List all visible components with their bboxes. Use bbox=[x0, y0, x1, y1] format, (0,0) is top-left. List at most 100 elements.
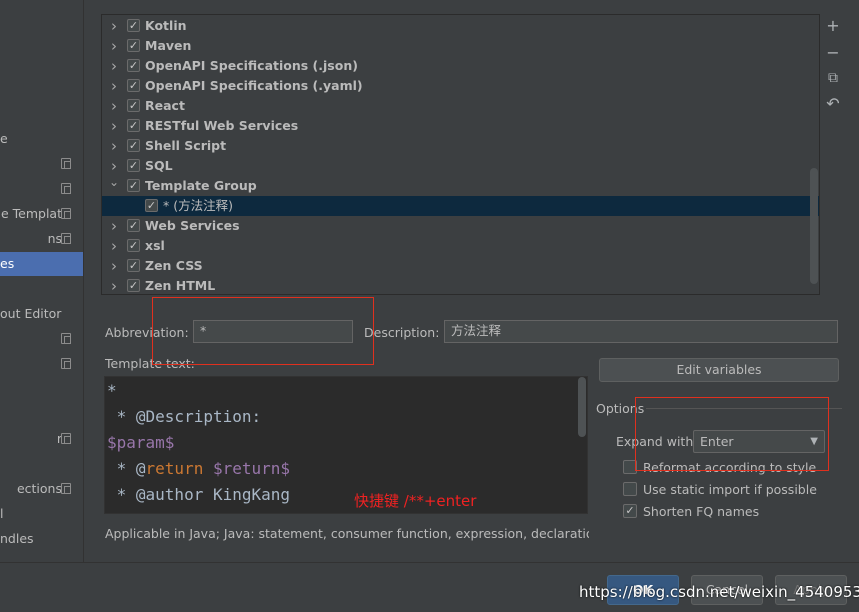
sidebar-item-label: ections bbox=[16, 481, 62, 496]
project-scope-icon bbox=[61, 433, 71, 444]
sidebar-item[interactable]: e Templat bbox=[0, 202, 83, 226]
copy-icon[interactable]: ⧉ bbox=[824, 69, 842, 87]
chevron-right-icon[interactable]: › bbox=[109, 276, 119, 294]
template-group-row[interactable]: › ✓ Web Services bbox=[102, 216, 819, 236]
code-token: * @date $date$ bbox=[107, 511, 252, 513]
row-label: Template Group bbox=[145, 178, 257, 193]
row-checkbox[interactable]: ✓ bbox=[127, 159, 140, 172]
sidebar-item[interactable] bbox=[0, 327, 83, 351]
template-group-row[interactable]: › ✓ SQL bbox=[102, 156, 819, 176]
annotation-box-expand bbox=[635, 397, 829, 471]
template-group-row[interactable]: › ✓ Kotlin bbox=[102, 16, 819, 36]
applicable-contexts-text[interactable]: Applicable in Java; Java: statement, con… bbox=[105, 526, 589, 541]
row-label: * (方法注释) bbox=[163, 198, 233, 213]
project-scope-icon bbox=[61, 333, 71, 344]
row-checkbox[interactable]: ✓ bbox=[127, 279, 140, 292]
sidebar-item[interactable] bbox=[0, 177, 83, 201]
row-checkbox[interactable]: ✓ bbox=[127, 99, 140, 112]
sidebar-item[interactable]: es bbox=[0, 252, 83, 276]
code-line: * @Description: bbox=[107, 407, 262, 426]
shorten-fq-checkbox[interactable]: ✓ bbox=[623, 504, 637, 518]
row-checkbox[interactable]: ✓ bbox=[127, 59, 140, 72]
chevron-right-icon[interactable]: › bbox=[109, 76, 119, 96]
sidebar-item[interactable]: e bbox=[0, 127, 83, 151]
sidebar-item-label: ndles bbox=[0, 531, 34, 546]
template-group-row[interactable]: › ✓ React bbox=[102, 96, 819, 116]
template-group-row[interactable]: › ✓ OpenAPI Specifications (.yaml) bbox=[102, 76, 819, 96]
code-line: * bbox=[107, 381, 117, 400]
row-label: Maven bbox=[145, 38, 192, 53]
template-row[interactable]: ✓ * (方法注释) bbox=[102, 196, 819, 216]
row-checkbox[interactable]: ✓ bbox=[145, 199, 158, 212]
sidebar-item-label: es bbox=[0, 256, 15, 271]
template-group-row[interactable]: › ✓ Zen CSS bbox=[102, 256, 819, 276]
editor-scrollbar[interactable] bbox=[578, 377, 586, 437]
template-group-row[interactable]: ⌄ ✓ Template Group bbox=[102, 175, 819, 196]
template-group-row[interactable]: › ✓ xsl bbox=[102, 236, 819, 256]
template-text-editor[interactable]: * * @Description: $param$ * @return $retu… bbox=[104, 376, 588, 514]
sidebar-item[interactable] bbox=[0, 152, 83, 176]
sidebar-item-label: ns bbox=[47, 231, 62, 246]
template-group-row[interactable]: › ✓ Maven bbox=[102, 36, 819, 56]
project-scope-icon bbox=[61, 183, 71, 194]
sidebar-item[interactable] bbox=[0, 352, 83, 376]
template-group-row[interactable]: › ✓ RESTful Web Services bbox=[102, 116, 819, 136]
sidebar-item-label: e Templat bbox=[0, 206, 62, 221]
project-scope-icon bbox=[61, 208, 71, 219]
remove-icon[interactable]: − bbox=[824, 44, 842, 62]
row-label: RESTful Web Services bbox=[145, 118, 299, 133]
sidebar-item[interactable]: r bbox=[0, 427, 83, 451]
chevron-right-icon[interactable]: › bbox=[109, 116, 119, 136]
sidebar-item[interactable]: out Editor bbox=[0, 302, 83, 326]
settings-sidebar: e e Templat ns es out Editor r ections l ndles bbox=[0, 0, 84, 562]
project-scope-icon bbox=[61, 158, 71, 169]
chevron-right-icon[interactable]: › bbox=[109, 16, 119, 36]
sidebar-item-label: out Editor bbox=[0, 306, 62, 321]
project-scope-icon bbox=[61, 233, 71, 244]
code-token: * @author KingKang bbox=[107, 485, 291, 504]
row-label: OpenAPI Specifications (.yaml) bbox=[145, 78, 363, 93]
add-icon[interactable]: + bbox=[824, 17, 842, 35]
annotation-box-abbreviation bbox=[152, 297, 374, 365]
edit-variables-button[interactable]: Edit variables bbox=[599, 358, 839, 382]
row-checkbox[interactable]: ✓ bbox=[127, 139, 140, 152]
row-label: Web Services bbox=[145, 218, 240, 233]
restore-icon[interactable]: ↶ bbox=[824, 95, 842, 113]
row-checkbox[interactable]: ✓ bbox=[127, 239, 140, 252]
chevron-right-icon[interactable]: › bbox=[109, 136, 119, 156]
code-line: * @date $date$ bbox=[107, 511, 252, 513]
code-line: * @return $return$ bbox=[107, 459, 290, 478]
chevron-right-icon[interactable]: › bbox=[109, 256, 119, 276]
row-checkbox[interactable]: ✓ bbox=[127, 79, 140, 92]
description-label: Description: bbox=[364, 325, 440, 340]
row-checkbox[interactable]: ✓ bbox=[127, 179, 140, 192]
row-checkbox[interactable]: ✓ bbox=[127, 119, 140, 132]
chevron-right-icon[interactable]: › bbox=[109, 216, 119, 236]
tree-scrollbar[interactable] bbox=[810, 168, 818, 284]
shorten-fq-label: Shorten FQ names bbox=[643, 504, 760, 519]
sidebar-item[interactable]: ns bbox=[0, 227, 83, 251]
template-group-row[interactable]: › ✓ Zen HTML bbox=[102, 276, 819, 294]
chevron-right-icon[interactable]: › bbox=[109, 96, 119, 116]
live-templates-tree[interactable]: › ✓ Kotlin › ✓ Maven › ✓ OpenAPI Specifications … bbox=[101, 14, 820, 295]
row-label: SQL bbox=[145, 158, 173, 173]
code-token: * @Description: bbox=[107, 407, 262, 426]
chevron-down-icon[interactable]: ⌄ bbox=[109, 172, 119, 192]
chevron-right-icon[interactable]: › bbox=[109, 56, 119, 76]
template-group-row[interactable]: › ✓ Shell Script bbox=[102, 136, 819, 156]
sidebar-item[interactable]: ndles bbox=[0, 527, 83, 551]
row-checkbox[interactable]: ✓ bbox=[127, 219, 140, 232]
static-import-checkbox[interactable] bbox=[623, 482, 637, 496]
template-group-row[interactable]: › ✓ OpenAPI Specifications (.json) bbox=[102, 56, 819, 76]
chevron-right-icon[interactable]: › bbox=[109, 36, 119, 56]
code-token: return bbox=[145, 459, 204, 478]
sidebar-item[interactable]: ections bbox=[0, 477, 83, 501]
row-checkbox[interactable]: ✓ bbox=[127, 39, 140, 52]
row-label: Kotlin bbox=[145, 18, 187, 33]
row-checkbox[interactable]: ✓ bbox=[127, 19, 140, 32]
row-checkbox[interactable]: ✓ bbox=[127, 259, 140, 272]
row-label: OpenAPI Specifications (.json) bbox=[145, 58, 358, 73]
sidebar-item[interactable]: l bbox=[0, 502, 83, 526]
description-field[interactable]: 方法注释 bbox=[444, 320, 838, 343]
chevron-right-icon[interactable]: › bbox=[109, 236, 119, 256]
